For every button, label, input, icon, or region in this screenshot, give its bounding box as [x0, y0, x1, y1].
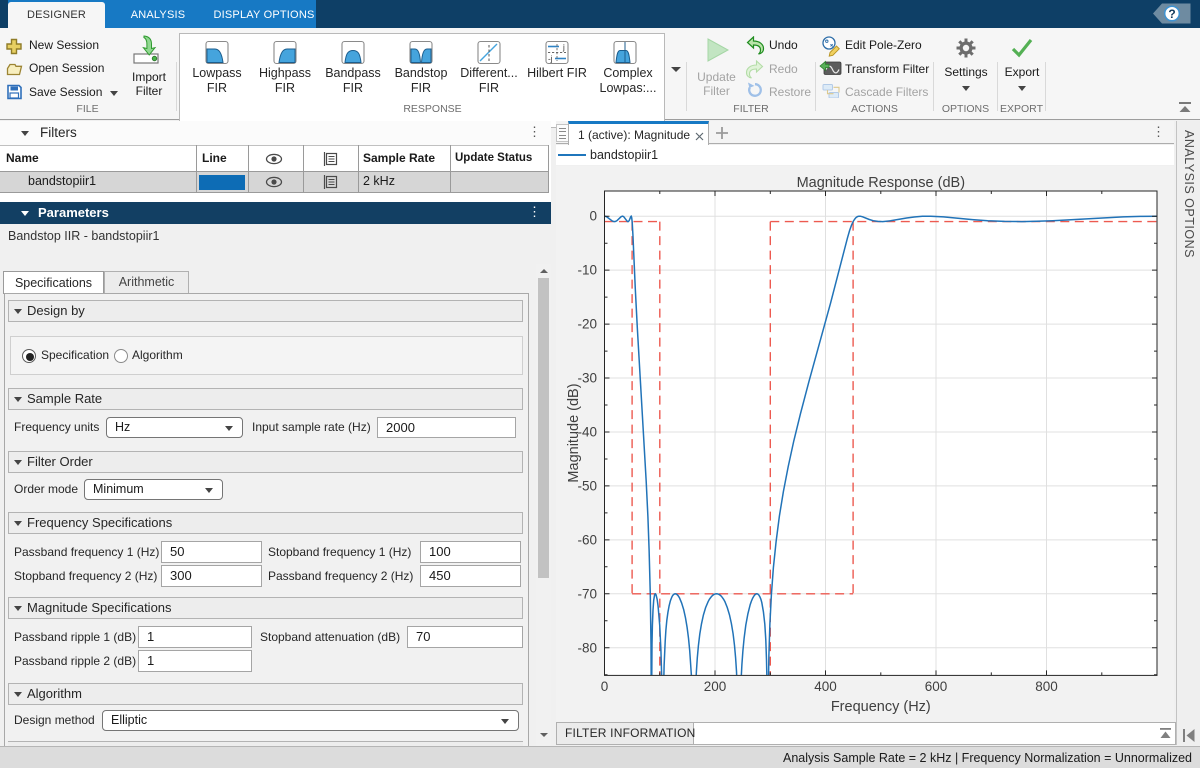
svg-text:600: 600: [925, 679, 948, 694]
svg-text:-60: -60: [577, 532, 597, 547]
svg-text:Magnitude Response (dB): Magnitude Response (dB): [797, 175, 965, 191]
svg-text:Magnitude (dB): Magnitude (dB): [566, 383, 582, 482]
svg-text:200: 200: [704, 679, 727, 694]
svg-text:800: 800: [1035, 679, 1058, 694]
svg-text:0: 0: [589, 209, 597, 224]
svg-text:-10: -10: [577, 263, 597, 278]
svg-text:?: ?: [1168, 7, 1175, 21]
svg-text:j: j: [562, 43, 565, 52]
svg-text:-30: -30: [577, 371, 597, 386]
svg-text:Frequency (Hz): Frequency (Hz): [831, 699, 931, 715]
svg-text:-70: -70: [577, 586, 597, 601]
svg-text:400: 400: [814, 679, 837, 694]
svg-text:0: 0: [601, 679, 609, 694]
svg-text:-j: -j: [548, 55, 553, 64]
svg-text:-80: -80: [577, 640, 597, 655]
svg-text:-20: -20: [577, 317, 597, 332]
